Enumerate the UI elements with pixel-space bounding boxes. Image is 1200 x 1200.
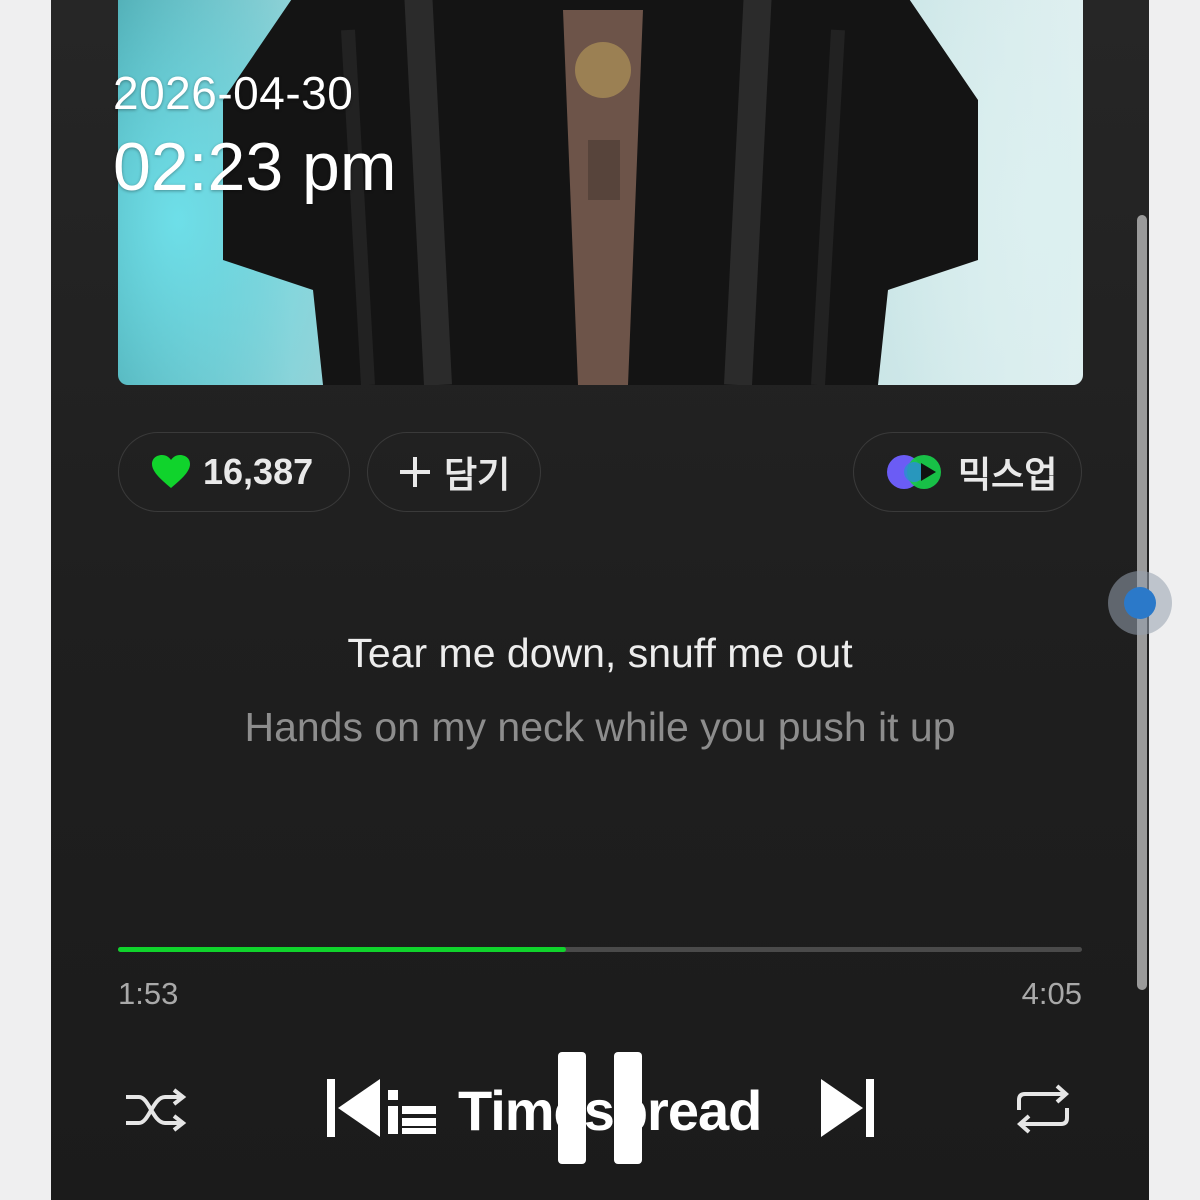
previous-icon[interactable] [324,1075,384,1141]
add-to-playlist-button[interactable]: 담기 [367,432,541,512]
repeat-icon[interactable] [1011,1082,1075,1136]
mixup-button[interactable]: 믹스업 [853,432,1082,512]
like-button[interactable]: 16,387 [118,432,350,512]
heart-icon [152,455,190,488]
current-lyric-line[interactable]: Tear me down, snuff me out [51,630,1149,677]
overlay-time: 02:23 pm [113,129,397,205]
mixup-label: 믹스업 [958,454,1058,495]
like-count: 16,387 [203,451,314,492]
total-duration: 4:05 [1021,976,1082,1011]
mixup-icon [887,455,941,489]
playlist-icon[interactable] [386,1088,438,1136]
overlay-date: 2026-04-30 [113,67,354,119]
next-icon[interactable] [817,1075,877,1141]
progress-bar[interactable] [118,947,1082,952]
pause-icon[interactable] [556,1050,646,1166]
plus-icon [400,457,430,487]
add-label: 담기 [444,454,511,495]
progress-fill [118,947,567,952]
next-lyric-line[interactable]: Hands on my neck while you push it up [51,704,1149,751]
shuffle-icon[interactable] [123,1085,189,1135]
player-screen: 2026-04-30 02:23 pm 16,387 담기 믹스업 Tear m… [51,0,1149,1200]
elapsed-time: 1:53 [118,976,179,1011]
floating-knob[interactable] [1124,587,1156,619]
